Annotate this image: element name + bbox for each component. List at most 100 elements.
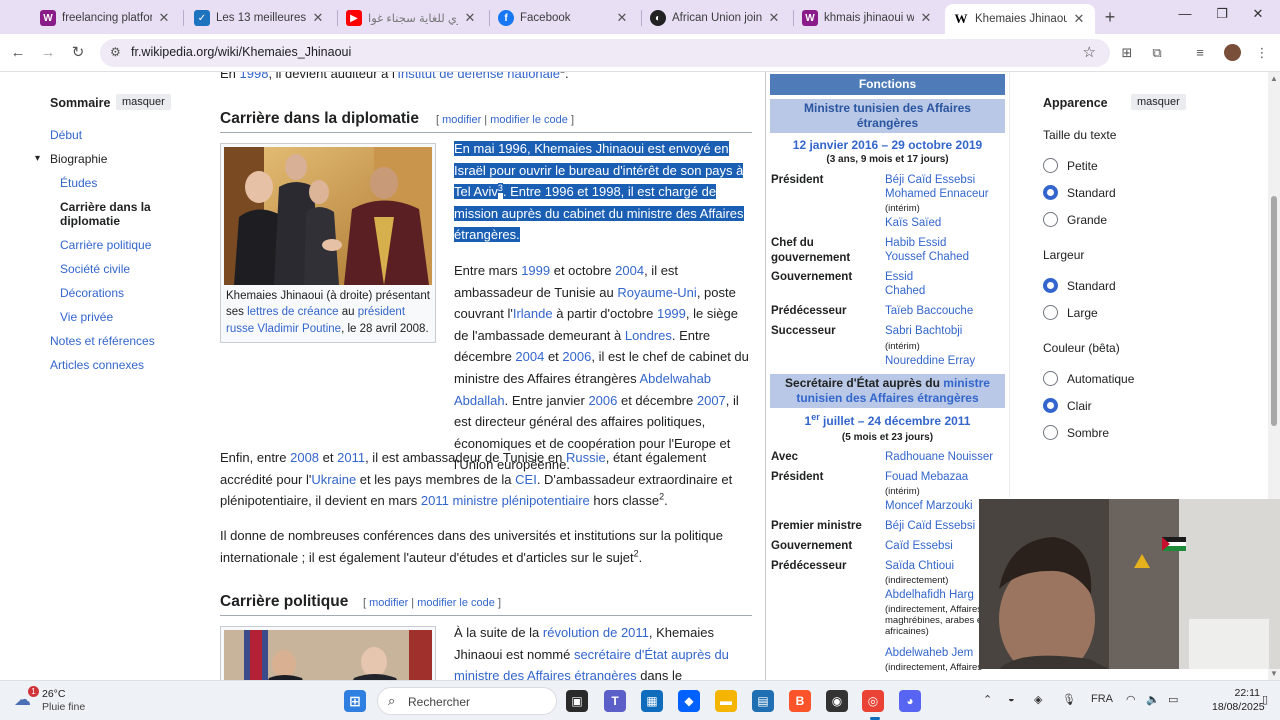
notification-icon[interactable]: ▯ <box>1262 693 1268 706</box>
radio-icon[interactable] <box>1043 212 1058 227</box>
infobox-value[interactable]: Kaïs Saïed <box>885 216 1005 231</box>
forward-icon[interactable]: → <box>38 43 58 63</box>
task-view-icon[interactable]: ▣ <box>566 690 588 712</box>
infobox-term[interactable]: 12 janvier 2016 – 29 octobre 2019 <box>770 138 1005 152</box>
tab-freelancing[interactable]: W freelancing platform ✕ <box>32 4 180 32</box>
toc-item-carriere-politique[interactable]: Carrière politique <box>60 238 151 252</box>
close-icon[interactable]: ✕ <box>766 10 782 26</box>
tab-meilleures[interactable]: ✓ Les 13 meilleures pla ✕ <box>186 4 334 32</box>
link[interactable]: 1998 <box>240 72 269 81</box>
close-window-icon[interactable]: ✕ <box>1248 6 1268 22</box>
app-icon[interactable]: ◉ <box>826 690 848 712</box>
toc-item-debut[interactable]: Début <box>50 128 82 142</box>
microphone-icon[interactable]: 🎙 <box>1062 693 1076 706</box>
infobox-value[interactable]: Chahed <box>885 284 1005 299</box>
store-icon[interactable]: ▦ <box>641 690 663 712</box>
teams-icon[interactable]: T <box>604 690 626 712</box>
edit-link[interactable]: modifier <box>442 114 481 126</box>
infobox-office-title[interactable]: Ministre tunisien des Affaires étrangère… <box>770 99 1005 133</box>
radio-text-size-standard[interactable]: Standard <box>1043 185 1116 200</box>
dropbox-icon[interactable]: ◆ <box>678 690 700 712</box>
tab-wikipedia-active[interactable]: W Khemaies Jhinaoui — ✕ <box>945 4 1095 34</box>
radio-icon[interactable] <box>1043 371 1058 386</box>
brave-icon[interactable]: B <box>789 690 811 712</box>
bookmark-star-icon[interactable]: ☆ <box>1083 43 1096 61</box>
close-icon[interactable]: ✕ <box>156 10 172 26</box>
infobox-value[interactable]: Habib Essid <box>885 236 1005 251</box>
infobox-value[interactable]: Sabri Bachtobji <box>885 324 1005 339</box>
close-icon[interactable]: ✕ <box>918 10 934 26</box>
chevron-down-icon[interactable]: ▾ <box>35 152 40 166</box>
profile-avatar[interactable] <box>1224 44 1241 61</box>
link[interactable]: Royaume-Uni <box>617 285 696 300</box>
translate-icon[interactable]: ⊞ <box>1117 43 1137 63</box>
toc-item-vie-privee[interactable]: Vie privée <box>60 310 113 324</box>
infobox-value[interactable]: Radhouane Nouisser <box>885 450 1005 465</box>
link[interactable]: 2011 <box>337 450 365 465</box>
toc-hide-button[interactable]: masquer <box>116 94 171 110</box>
language-indicator[interactable]: FRA <box>1091 693 1113 705</box>
radio-icon[interactable] <box>1043 185 1058 200</box>
toc-item-notes[interactable]: Notes et références <box>50 334 155 348</box>
infobox-value[interactable]: Béji Caïd Essebsi <box>885 173 1005 188</box>
radio-text-size-petite[interactable]: Petite <box>1043 158 1098 173</box>
site-info-icon[interactable]: ⚙ <box>110 45 121 59</box>
radio-color-auto[interactable]: Automatique <box>1043 371 1134 386</box>
security-icon[interactable]: ◈ <box>1034 693 1042 706</box>
menu-icon[interactable]: ⋮ <box>1252 43 1272 63</box>
address-bar[interactable]: ⚙ fr.wikipedia.org/wiki/Khemaies_Jhinaou… <box>100 39 1110 67</box>
file-explorer-icon[interactable]: ▬ <box>715 690 737 712</box>
link[interactable]: 2007 <box>697 393 726 408</box>
close-icon[interactable]: ✕ <box>462 10 478 26</box>
link[interactable]: 2006 <box>588 393 617 408</box>
link[interactable]: 2006 <box>562 349 591 364</box>
infobox-value[interactable]: Fouad Mebazaa <box>885 470 1005 485</box>
battery-icon[interactable]: ▭ <box>1168 693 1178 706</box>
link[interactable]: 2004 <box>515 349 544 364</box>
toc-item-carriere-diplomatie[interactable]: Carrière dans la diplomatie <box>60 200 170 228</box>
radio-width-large[interactable]: Large <box>1043 305 1098 320</box>
link[interactable]: 2008 <box>290 450 319 465</box>
close-icon[interactable]: ✕ <box>614 10 630 26</box>
radio-icon[interactable] <box>1043 425 1058 440</box>
toc-item-articles-connexes[interactable]: Articles connexes <box>50 358 144 372</box>
toc-item-decorations[interactable]: Décorations <box>60 286 124 300</box>
appearance-hide-button[interactable]: masquer <box>1131 94 1186 110</box>
scroll-up-icon[interactable]: ▲ <box>1270 74 1278 83</box>
maximize-icon[interactable]: ❐ <box>1212 6 1232 22</box>
chrome-icon[interactable]: ◎ <box>862 690 884 712</box>
radio-text-size-grande[interactable]: Grande <box>1043 212 1107 227</box>
edit-code-link[interactable]: modifier le code <box>417 597 495 609</box>
toc-item-biographie[interactable]: ▾ Biographie <box>35 152 107 166</box>
volume-icon[interactable]: 🔈 <box>1146 693 1160 706</box>
radio-width-standard[interactable]: Standard <box>1043 278 1116 293</box>
media-control-icon[interactable]: ≡ <box>1190 43 1210 63</box>
link[interactable]: révolution de 2011 <box>543 625 649 640</box>
taskbar-search[interactable]: ⌕ Rechercher <box>377 687 557 715</box>
radio-color-sombre[interactable]: Sombre <box>1043 425 1109 440</box>
link[interactable]: 2011 <box>421 493 449 508</box>
link[interactable]: Institut de défense nationale <box>397 72 560 81</box>
tab-facebook[interactable]: f Facebook ✕ <box>490 4 638 32</box>
link[interactable]: 1999 <box>521 263 550 278</box>
infobox-value[interactable]: Mohamed Ennaceur <box>885 187 1005 202</box>
toc-item-societe-civile[interactable]: Société civile <box>60 262 130 276</box>
radio-color-clair[interactable]: Clair <box>1043 398 1092 413</box>
back-icon[interactable]: ← <box>8 43 28 63</box>
photo-meeting[interactable] <box>224 630 432 680</box>
windows-start-icon[interactable]: ⊞ <box>344 690 366 712</box>
link[interactable]: 2004 <box>615 263 644 278</box>
url-text[interactable]: fr.wikipedia.org/wiki/Khemaies_Jhinaoui <box>131 45 351 59</box>
minimize-icon[interactable]: — <box>1175 6 1195 21</box>
radio-icon[interactable] <box>1043 398 1058 413</box>
infobox-term-2[interactable]: 1er juillet – 24 décembre 2011 <box>770 413 1005 429</box>
toc-item-etudes[interactable]: Études <box>60 176 97 190</box>
link[interactable]: Ukraine <box>311 472 356 487</box>
infobox-value[interactable]: Youssef Chahed <box>885 250 1005 265</box>
scrollbar-thumb[interactable] <box>1271 196 1277 426</box>
radio-icon[interactable] <box>1043 158 1058 173</box>
link[interactable]: ministre plénipotentiaire <box>452 493 589 508</box>
link[interactable]: Irlande <box>513 306 553 321</box>
infobox-value[interactable]: Noureddine Erray <box>885 354 1005 369</box>
edit-code-link[interactable]: modifier le code <box>490 114 568 126</box>
